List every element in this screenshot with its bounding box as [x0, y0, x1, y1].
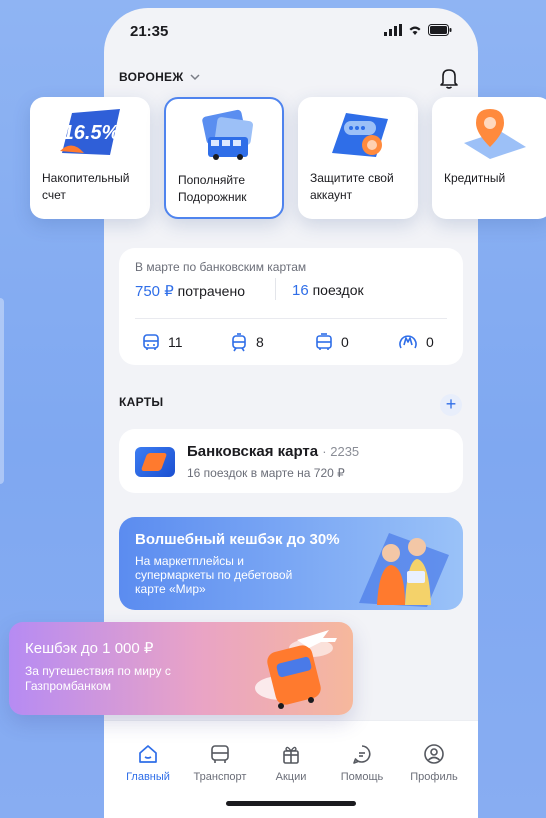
card-logo-icon: [135, 447, 175, 477]
bus-count: 0: [314, 332, 349, 352]
tram-icon: [232, 333, 246, 352]
bell-icon[interactable]: [438, 66, 460, 90]
tab-home-label: Главный: [126, 771, 170, 783]
cashback-banner-subtitle: На маркетплейсы и супермаркеты по дебето…: [135, 554, 293, 596]
gift-icon: [283, 746, 299, 764]
promo-savings-account[interactable]: 16.5% Накопительный счет: [30, 97, 150, 219]
wifi-icon: [409, 26, 421, 35]
chat-icon: [353, 745, 371, 764]
signal-icon: [384, 24, 402, 36]
card-bus-icon: [202, 109, 253, 160]
spent-value: 750 ₽: [135, 283, 174, 300]
trolleybus-icon: [143, 334, 159, 350]
bus-tab-icon: [211, 745, 229, 763]
promo-protect-label: Защитите свой аккаунт: [310, 171, 394, 202]
svg-text:16.5%: 16.5%: [63, 122, 120, 144]
trips-suffix: поездок: [312, 282, 364, 298]
profile-icon: [424, 744, 444, 764]
tab-home[interactable]: Главный: [116, 743, 180, 783]
monthly-stats-card[interactable]: В марте по банковским картам 750 ₽ потра…: [119, 248, 463, 365]
status-bar: 21:35: [104, 8, 478, 58]
chevron-down-icon: [189, 73, 200, 80]
card-name: Банковская карта · 2235: [187, 443, 359, 460]
city-label: ВОРОНЕЖ: [119, 70, 184, 84]
travel-cashback-banner[interactable]: Кешбэк до 1 000 ₽ За путешествия по миру…: [9, 622, 353, 715]
promo-credit[interactable]: Кредитный: [432, 97, 546, 219]
tab-transport-label: Транспорт: [193, 771, 247, 783]
cashback-banner[interactable]: Волшебный кешбэк до 30% На маркетплейсы …: [119, 517, 463, 610]
security-lock-icon: [332, 113, 388, 157]
trolleybus-count: 11: [141, 332, 183, 352]
status-time: 21:35: [130, 23, 169, 40]
city-selector[interactable]: ВОРОНЕЖ: [119, 70, 200, 84]
stats-hdivider: [135, 318, 447, 319]
trolleybus-count-value: 11: [168, 334, 183, 350]
card-subtitle: 16 поездок в марте на 720 ₽: [187, 466, 345, 480]
home-indicator: [226, 801, 356, 806]
bus-icon: [316, 333, 332, 350]
bus-count-value: 0: [341, 334, 349, 350]
tab-bar: Главный Транспорт Акции Помощь Профиль: [104, 720, 478, 818]
suitcase-plane-illustration: [255, 630, 337, 709]
background-card-edge: [0, 298, 4, 484]
stats-label: В марте по банковским картам: [135, 260, 307, 274]
spent-amount: 750 ₽ потрачено: [135, 282, 245, 300]
add-card-button[interactable]: +: [440, 394, 462, 416]
promo-podorozhnik-label: Пополняйте Подорожник: [178, 173, 247, 204]
metro-count: 0: [397, 332, 434, 352]
map-pin-icon: [464, 109, 526, 159]
promo-credit-label: Кредитный: [444, 171, 506, 185]
travel-banner-subtitle: За путешествия по миру с Газпромбанком: [25, 664, 171, 693]
bank-card-row[interactable]: Банковская карта · 2235 16 поездок в мар…: [119, 429, 463, 493]
tab-profile[interactable]: Профиль: [402, 743, 466, 783]
metro-count-value: 0: [426, 334, 434, 350]
tab-transport[interactable]: Транспорт: [188, 743, 252, 783]
tab-help-label: Помощь: [340, 771, 384, 783]
tab-promos-label: Акции: [275, 771, 307, 783]
trips-value: 16: [292, 282, 309, 299]
promo-savings-label: Накопительный счет: [42, 171, 130, 202]
cashback-illustration: [359, 533, 449, 607]
tram-count: 8: [229, 332, 264, 352]
promo-protect-account[interactable]: Защитите свой аккаунт: [298, 97, 418, 219]
cashback-banner-title: Волшебный кешбэк до 30%: [135, 531, 340, 548]
cards-section-title: КАРТЫ: [119, 395, 164, 409]
tram-count-value: 8: [256, 334, 264, 350]
home-icon: [139, 745, 157, 763]
tab-help[interactable]: Помощь: [330, 743, 394, 783]
spent-suffix: потрачено: [177, 283, 245, 299]
tab-promos[interactable]: Акции: [259, 743, 323, 783]
card-number: · 2235: [322, 444, 360, 459]
metro-icon: [399, 335, 417, 349]
travel-banner-title: Кешбэк до 1 000 ₽: [25, 640, 154, 657]
tab-profile-label: Профиль: [410, 771, 458, 783]
trips-count: 16 поездок: [292, 282, 364, 299]
stats-divider: [275, 278, 276, 300]
percent-badge-icon: 16.5%: [60, 109, 120, 155]
card-name-text: Банковская карта: [187, 443, 319, 460]
promo-podorozhnik[interactable]: Пополняйте Подорожник: [164, 97, 284, 219]
status-icons: [384, 24, 452, 36]
battery-icon: [428, 24, 452, 36]
